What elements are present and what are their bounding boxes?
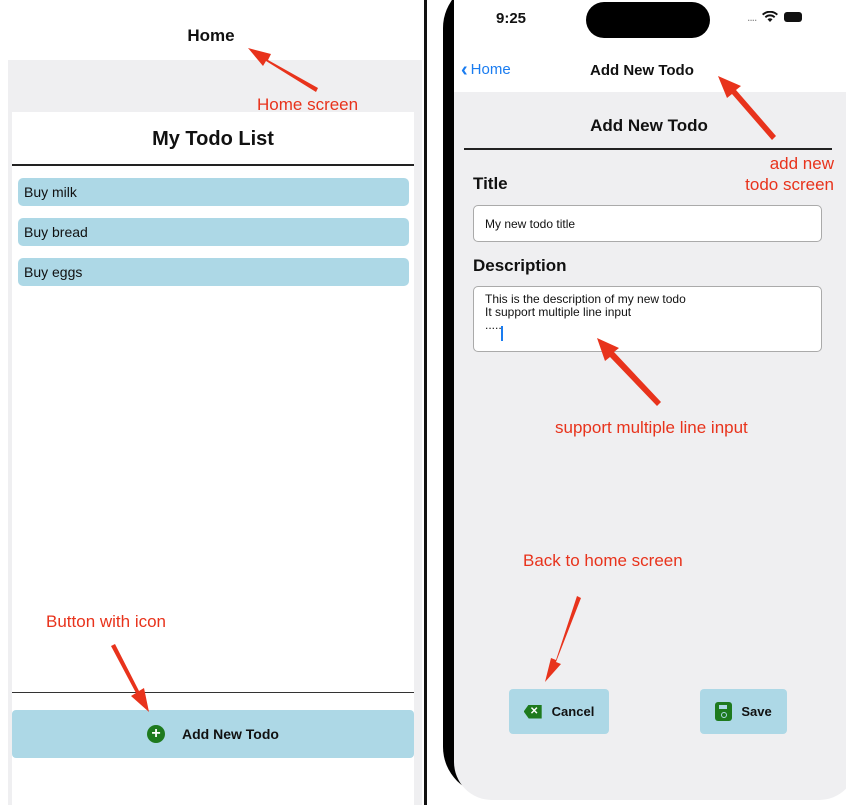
- battery-icon: [784, 12, 803, 22]
- plus-circle-icon: +: [147, 725, 166, 743]
- annotation-back-home: Back to home screen: [523, 551, 683, 570]
- title-input[interactable]: My new todo title: [473, 205, 822, 242]
- back-button[interactable]: ‹ Home: [461, 58, 511, 81]
- home-nav-title: Home: [187, 26, 235, 45]
- todo-list-title: My Todo List: [152, 128, 274, 150]
- annotation-home-screen: Home screen: [257, 95, 359, 114]
- cancel-label: Cancel: [551, 704, 595, 719]
- status-time: 9:25: [496, 10, 527, 27]
- text-caret: [501, 326, 503, 341]
- save-label: Save: [741, 704, 772, 719]
- floppy-disk-icon: [715, 702, 733, 721]
- cancel-button[interactable]: ✕ Cancel: [509, 689, 609, 734]
- annotation-line: todo screen: [745, 175, 834, 194]
- title-divider: [12, 164, 414, 166]
- nav-title: Add New Todo: [590, 62, 694, 79]
- panel-divider: [424, 0, 427, 805]
- form-title: Add New Todo: [590, 116, 708, 135]
- description-textarea[interactable]: This is the description of my new todo I…: [473, 286, 822, 352]
- annotation-button-with-icon: Button with icon: [46, 612, 167, 631]
- todo-item[interactable]: Buy eggs: [18, 258, 409, 286]
- description-label: Description: [473, 256, 567, 275]
- todo-item[interactable]: Buy milk: [18, 178, 409, 206]
- system-status-icons: ....: [747, 10, 803, 24]
- cellular-dots: ....: [747, 10, 757, 24]
- todo-item[interactable]: Buy bread: [18, 218, 409, 246]
- back-button-label: Home: [470, 61, 511, 78]
- annotation-line: add new: [769, 154, 834, 173]
- backspace-x-icon: ✕: [523, 704, 542, 719]
- bottom-divider: [12, 692, 414, 693]
- todo-list-card: [12, 112, 414, 805]
- add-new-todo-button[interactable]: + Add New Todo: [12, 710, 414, 758]
- wifi-icon: [762, 11, 779, 22]
- add-new-todo-label: Add New Todo: [182, 726, 279, 742]
- dynamic-island: [586, 2, 710, 38]
- save-button[interactable]: Save: [700, 689, 787, 734]
- title-label: Title: [473, 174, 508, 193]
- chevron-left-icon: ‹: [461, 58, 468, 81]
- form-title-divider: [464, 148, 832, 150]
- annotation-add-new-todo-screen: add new todo screen: [724, 153, 834, 195]
- annotation-multiline: support multiple line input: [555, 418, 748, 437]
